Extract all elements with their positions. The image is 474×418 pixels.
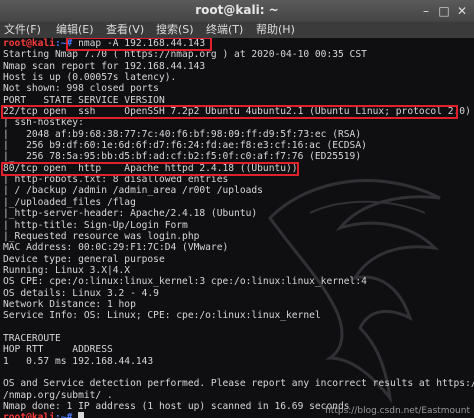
- ssh-highlight-box: [1, 105, 458, 119]
- output-line: |_http-server-header: Apache/2.4.18 (Ubu…: [3, 208, 258, 220]
- output-line: Starting Nmap 7.70 ( https://nmap.org ) …: [3, 49, 367, 61]
- menu-search[interactable]: 搜索(S): [156, 23, 194, 37]
- menu-file[interactable]: 文件(F): [4, 23, 41, 37]
- output-line: | ssh-hostkey:: [3, 117, 84, 129]
- text-cursor: [78, 412, 85, 418]
- menu-view[interactable]: 查看(V): [106, 23, 144, 37]
- output-line: | 2048 af:b9:68:38:77:7c:40:f6:bf:98:09:…: [3, 128, 362, 140]
- output-line: |_/uploaded_files /flag: [3, 196, 136, 208]
- prompt-dir: :~#: [54, 412, 79, 418]
- menu-help[interactable]: 帮助(H): [256, 23, 295, 37]
- output-line: MAC Address: 00:0C:29:F1:7C:D4 (VMware): [3, 242, 229, 254]
- output-line: TRACEROUTE: [3, 332, 61, 344]
- output-line: Running: Linux 3.X|4.X: [3, 264, 131, 276]
- window-titlebar[interactable]: root@kali: ~ – □ ✕: [0, 0, 474, 23]
- window-title: root@kali: ~: [195, 3, 279, 17]
- terminal-area[interactable]: root@kali:~# nmap -A 192.168.44.143 Star…: [0, 38, 474, 418]
- output-line: OS details: Linux 3.2 - 4.9: [3, 287, 159, 299]
- command-highlight-box: [66, 38, 212, 51]
- output-line: OS and Service detection performed. Plea…: [3, 378, 474, 390]
- output-line: |_Requested resource was login.php: [3, 230, 200, 242]
- prompt-user: root@kali: [3, 38, 55, 49]
- output-line: Device type: general purpose: [3, 253, 165, 265]
- output-line: Host is up (0.00057s latency).: [3, 72, 177, 84]
- output-line: OS CPE: cpe:/o:linux:linux_kernel:3 cpe:…: [3, 276, 367, 288]
- output-line: Service Info: OS: Linux; CPE: cpe:/o:lin…: [3, 310, 321, 322]
- output-line: HOP RTT ADDRESS: [3, 344, 113, 356]
- menu-terminal[interactable]: 终端(T): [206, 23, 243, 37]
- http-highlight-box: [1, 162, 299, 176]
- menu-edit[interactable]: 编辑(E): [56, 23, 94, 37]
- menu-bar: 文件(F) 编辑(E) 查看(V) 搜索(S) 终端(T) 帮助(H): [0, 22, 474, 39]
- prompt-user: root@kali: [3, 412, 55, 418]
- close-icon[interactable]: ✕: [454, 3, 470, 19]
- minimize-icon[interactable]: –: [418, 3, 434, 19]
- output-line: /nmap.org/submit/ .: [3, 389, 113, 401]
- output-line: Not shown: 998 closed ports: [3, 83, 159, 95]
- output-line: | / /backup /admin /admin_area /r00t /up…: [3, 185, 263, 197]
- output-line: 1 0.57 ms 192.168.44.143: [3, 355, 154, 367]
- output-line: Network Distance: 1 hop: [3, 298, 136, 310]
- maximize-icon[interactable]: □: [436, 3, 452, 19]
- output-line: | 256 b9:df:60:1e:6d:6f:d7:f6:24:fd:ae:f…: [3, 140, 367, 152]
- output-line: Nmap scan report for 192.168.44.143: [3, 60, 206, 72]
- output-line: | http-title: Sign-Up/Login Form: [3, 219, 188, 231]
- csdn-watermark: https://blog.csdn.net/Eastmount: [325, 406, 470, 416]
